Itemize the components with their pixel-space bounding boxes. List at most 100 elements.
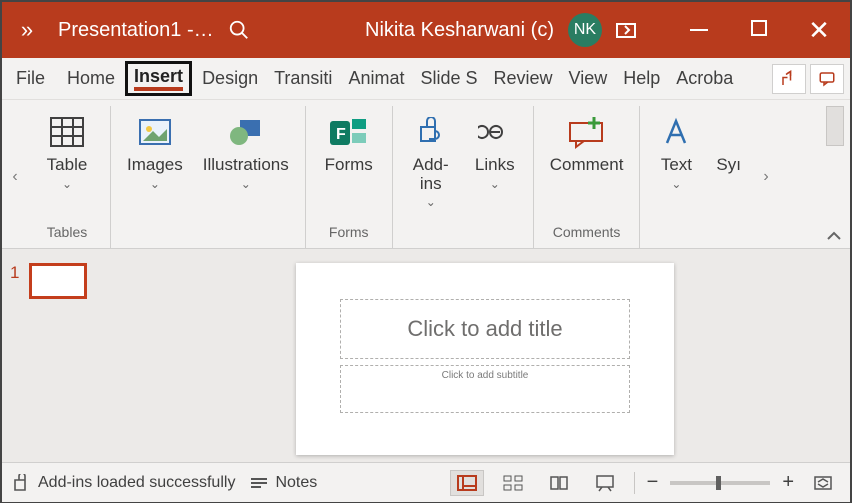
minimize-button[interactable]	[676, 19, 722, 42]
chevron-down-icon: ⌄	[490, 177, 500, 191]
images-label: Images	[127, 156, 183, 175]
ribbon-scrollbar[interactable]	[826, 106, 844, 146]
symbols-label: Syı	[716, 156, 741, 175]
forms-label: Forms	[325, 156, 373, 175]
ribbon-scroll-left[interactable]: ‹	[6, 168, 24, 186]
user-avatar[interactable]: NK	[568, 13, 602, 47]
addins-status-text: Add-ins loaded successfully	[38, 474, 235, 492]
addins-icon	[415, 112, 447, 152]
close-button[interactable]: ✕	[796, 17, 842, 43]
zoom-slider[interactable]	[670, 481, 770, 485]
notes-button[interactable]: Notes	[249, 474, 317, 492]
tab-help[interactable]: Help	[615, 62, 668, 95]
tab-slideshow[interactable]: Slide S	[412, 62, 485, 95]
slideshow-view-button[interactable]	[588, 470, 622, 496]
slide-canvas[interactable]: Click to add title Click to add subtitle	[120, 249, 850, 462]
group-label-forms: Forms	[329, 220, 369, 248]
links-icon	[478, 112, 512, 152]
ribbon-scroll-right[interactable]: ›	[757, 168, 775, 186]
reading-view-button[interactable]	[542, 470, 576, 496]
tab-animations[interactable]: Animat	[340, 62, 412, 95]
comment-button[interactable]: Comment	[542, 106, 632, 177]
maximize-icon	[751, 20, 767, 36]
thumbnail-number: 1	[10, 263, 19, 283]
tab-acrobat[interactable]: Acroba	[668, 62, 741, 95]
slideshow-icon	[595, 474, 615, 492]
tab-view[interactable]: View	[561, 62, 616, 95]
comment-icon	[818, 70, 836, 88]
ribbon-display-options[interactable]	[616, 21, 662, 39]
group-forms: F Forms Forms	[306, 106, 393, 248]
new-comment-icon	[566, 112, 608, 152]
illustrations-button[interactable]: Illustrations ⌄	[195, 106, 297, 193]
thumbnail-preview[interactable]	[29, 263, 87, 299]
search-icon	[228, 19, 250, 41]
chevron-down-icon: ⌄	[150, 177, 160, 191]
search-button[interactable]	[228, 19, 264, 41]
slide-sorter-button[interactable]	[496, 470, 530, 496]
share-icon	[780, 70, 798, 88]
zoom-slider-thumb[interactable]	[716, 476, 721, 490]
tab-insert[interactable]: Insert	[125, 61, 192, 96]
chevron-down-icon: ⌄	[62, 177, 72, 191]
group-tables: Table ⌄ Tables	[24, 106, 111, 248]
chevron-up-icon	[826, 230, 842, 242]
reading-icon	[549, 475, 569, 491]
separator	[634, 472, 635, 494]
sorter-icon	[503, 475, 523, 491]
group-comments: Comment Comments	[534, 106, 641, 248]
forms-button[interactable]: F Forms	[314, 106, 384, 177]
notes-icon	[249, 475, 269, 491]
tab-home[interactable]: Home	[59, 62, 123, 95]
tab-review[interactable]: Review	[486, 62, 561, 95]
zoom-in-button[interactable]: +	[782, 471, 794, 494]
table-button[interactable]: Table ⌄	[32, 106, 102, 193]
images-button[interactable]: Images ⌄	[119, 106, 191, 193]
chevron-down-icon: ⌄	[241, 177, 251, 191]
comment-label: Comment	[550, 156, 624, 175]
symbols-button[interactable]: Syı	[708, 106, 749, 193]
user-name[interactable]: Nikita Kesharwani (c)	[365, 19, 554, 42]
illustrations-label: Illustrations	[203, 156, 289, 175]
table-label: Table	[47, 156, 88, 175]
group-label-tables: Tables	[47, 220, 87, 248]
normal-view-icon	[457, 475, 477, 491]
maximize-button[interactable]	[736, 19, 782, 42]
minimize-icon	[690, 29, 708, 31]
subtitle-placeholder[interactable]: Click to add subtitle	[340, 365, 630, 413]
normal-view-button[interactable]	[450, 470, 484, 496]
collapse-ribbon-button[interactable]	[826, 230, 842, 242]
addins-label: Add- ins	[413, 156, 449, 193]
tab-file[interactable]: File	[8, 62, 53, 95]
comments-pane-button[interactable]	[810, 64, 844, 94]
text-button[interactable]: Text ⌄	[648, 106, 704, 193]
status-bar: Add-ins loaded successfully Notes − +	[2, 462, 850, 502]
addins-button[interactable]: Add- ins ⌄	[401, 106, 461, 211]
tab-insert-label: Insert	[134, 66, 183, 86]
fit-to-window-button[interactable]	[806, 470, 840, 496]
chevron-down-icon: ⌄	[671, 177, 681, 191]
group-addins-links: Add- ins ⌄ Links ⌄	[393, 106, 534, 248]
links-button[interactable]: Links ⌄	[465, 106, 525, 211]
title-placeholder[interactable]: Click to add title	[340, 299, 630, 359]
chevron-down-icon: ⌄	[426, 195, 436, 209]
thumbnail-1[interactable]: 1	[10, 263, 112, 299]
tab-transitions[interactable]: Transiti	[266, 62, 340, 95]
table-icon	[49, 112, 85, 152]
zoom-out-button[interactable]: −	[647, 471, 659, 494]
text-icon	[661, 112, 691, 152]
overflow-button[interactable]: »	[10, 17, 44, 43]
addins-status[interactable]: Add-ins loaded successfully	[12, 474, 235, 492]
group-label-comments: Comments	[553, 220, 621, 248]
fit-icon	[813, 475, 833, 491]
links-label: Links	[475, 156, 515, 175]
illustrations-icon	[226, 112, 266, 152]
ribbon: ‹ Table ⌄ Tables Images	[2, 100, 850, 249]
slide-thumbnails-pane[interactable]: 1	[2, 249, 120, 462]
group-images-illustrations: Images ⌄ Illustrations ⌄	[111, 106, 306, 248]
slide[interactable]: Click to add title Click to add subtitle	[296, 263, 674, 455]
share-button[interactable]	[772, 64, 806, 94]
svg-text:F: F	[336, 126, 346, 143]
tab-design[interactable]: Design	[194, 62, 266, 95]
ribbon-options-icon	[616, 21, 636, 39]
